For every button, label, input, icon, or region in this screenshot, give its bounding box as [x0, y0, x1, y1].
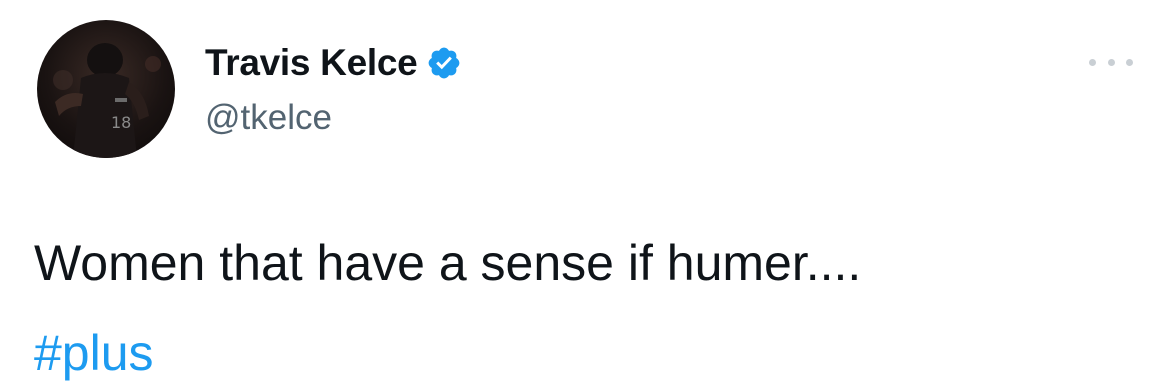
more-options-icon[interactable] — [1089, 55, 1133, 69]
author-info: Travis Kelce @tkelce — [205, 38, 462, 138]
hashtag-link[interactable]: #plus — [34, 322, 154, 384]
verified-badge-icon — [426, 45, 462, 81]
avatar[interactable]: 18 — [37, 20, 175, 158]
display-name[interactable]: Travis Kelce — [205, 42, 418, 84]
author-name-row: Travis Kelce — [205, 38, 462, 88]
more-dot — [1107, 58, 1115, 66]
user-handle[interactable]: @tkelce — [205, 98, 462, 138]
avatar-photo: 18 — [53, 43, 161, 158]
more-dot — [1089, 58, 1096, 66]
tweet-card[interactable]: 18 Travis Kelce @tkelce Women that have … — [0, 0, 1169, 389]
tweet-text: Women that have a sense if humer.... — [34, 235, 862, 291]
svg-text:18: 18 — [111, 113, 131, 132]
more-dot — [1126, 58, 1133, 66]
